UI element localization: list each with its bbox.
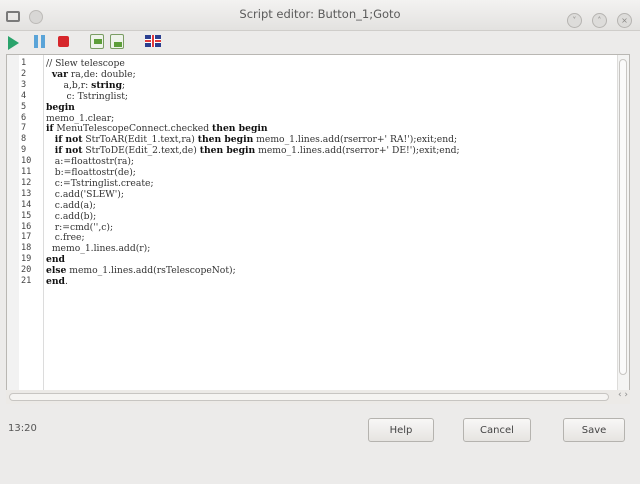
pause-icon[interactable] bbox=[34, 35, 46, 48]
line-number: 19 bbox=[21, 254, 32, 265]
line-number: 7 bbox=[21, 123, 27, 134]
code-line[interactable]: c.add(a); bbox=[46, 200, 96, 211]
line-number: 3 bbox=[21, 79, 27, 90]
code-line[interactable]: memo_1.lines.add(r); bbox=[46, 243, 151, 254]
code-line[interactable]: c.free; bbox=[46, 232, 85, 243]
close-icon[interactable]: × bbox=[617, 13, 632, 28]
code-line[interactable]: end bbox=[46, 254, 65, 265]
cancel-button[interactable]: Cancel bbox=[463, 418, 531, 442]
code-line[interactable]: // Slew telescope bbox=[46, 58, 125, 69]
line-number: 13 bbox=[21, 188, 32, 199]
code-line[interactable]: end. bbox=[46, 276, 68, 287]
scroll-arrows-icon[interactable]: ‹ › bbox=[618, 390, 628, 400]
code-line[interactable]: if not StrToDE(Edit_2.text,de) then begi… bbox=[46, 145, 460, 156]
maximize-icon[interactable]: ˄ bbox=[591, 13, 607, 28]
line-number: 17 bbox=[21, 232, 32, 243]
code-line[interactable]: if MenuTelescopeConnect.checked then beg… bbox=[46, 123, 268, 134]
line-number: 20 bbox=[21, 265, 32, 276]
save-button[interactable]: Save bbox=[563, 418, 625, 442]
code-line[interactable]: c.add('SLEW'); bbox=[46, 189, 124, 200]
code-line[interactable]: a:=floattostr(ra); bbox=[46, 156, 134, 167]
line-number: 6 bbox=[21, 112, 27, 123]
load-icon[interactable] bbox=[90, 34, 104, 49]
vertical-scroll-thumb[interactable] bbox=[619, 59, 627, 375]
code-line[interactable]: begin bbox=[46, 102, 75, 113]
horizontal-scroll-thumb[interactable] bbox=[9, 393, 609, 401]
line-number: 16 bbox=[21, 221, 32, 232]
code-line[interactable]: c: Tstringlist; bbox=[46, 91, 128, 102]
toolbar bbox=[0, 31, 640, 53]
code-line[interactable]: c:=Tstringlist.create; bbox=[46, 178, 154, 189]
save-icon[interactable] bbox=[110, 34, 124, 49]
horizontal-scrollbar[interactable]: ‹ › bbox=[6, 390, 630, 404]
code-line[interactable]: c.add(b); bbox=[46, 211, 96, 222]
gutter-margin bbox=[7, 55, 19, 390]
line-number: 11 bbox=[21, 167, 32, 177]
line-number: 1 bbox=[21, 58, 27, 68]
window-title: Script editor: Button_1;Goto bbox=[239, 7, 401, 21]
code-line[interactable]: r:=cmd('',c); bbox=[46, 222, 113, 233]
line-number: 15 bbox=[21, 210, 32, 221]
line-number: 8 bbox=[21, 134, 27, 145]
stop-icon[interactable] bbox=[58, 36, 69, 47]
code-line[interactable]: memo_1.clear; bbox=[46, 113, 114, 124]
cursor-position: 13:20 bbox=[8, 423, 37, 434]
code-line[interactable]: else memo_1.lines.add(rsTelescopeNot); bbox=[46, 265, 236, 276]
run-icon[interactable] bbox=[8, 36, 19, 50]
line-number: 21 bbox=[21, 276, 32, 286]
window-buttons: ˅ ˄ × bbox=[562, 8, 632, 28]
minimize-icon[interactable]: ˅ bbox=[566, 13, 582, 28]
line-number: 12 bbox=[21, 177, 32, 188]
line-number: 9 bbox=[21, 145, 27, 156]
line-number: 10 bbox=[21, 156, 32, 167]
line-number: 18 bbox=[21, 243, 32, 254]
code-line[interactable]: a,b,r: string; bbox=[46, 80, 126, 91]
line-number: 2 bbox=[21, 68, 27, 79]
vertical-scrollbar[interactable] bbox=[617, 55, 629, 390]
code-line[interactable]: b:=floattostr(de); bbox=[46, 167, 136, 178]
line-number: 4 bbox=[21, 90, 27, 101]
help-button[interactable]: Help bbox=[368, 418, 434, 442]
language-flag-icon[interactable] bbox=[145, 35, 161, 47]
line-number: 5 bbox=[21, 101, 27, 112]
code-line[interactable]: if not StrToAR(Edit_1.text,ra) then begi… bbox=[46, 134, 457, 145]
title-bar: Script editor: Button_1;Goto ˅ ˄ × bbox=[0, 0, 640, 31]
code-editor[interactable]: 1// Slew telescope 2 var ra,de: double; 3 … bbox=[6, 54, 630, 391]
code-line[interactable]: var ra,de: double; bbox=[46, 69, 136, 80]
line-number: 14 bbox=[21, 199, 32, 210]
